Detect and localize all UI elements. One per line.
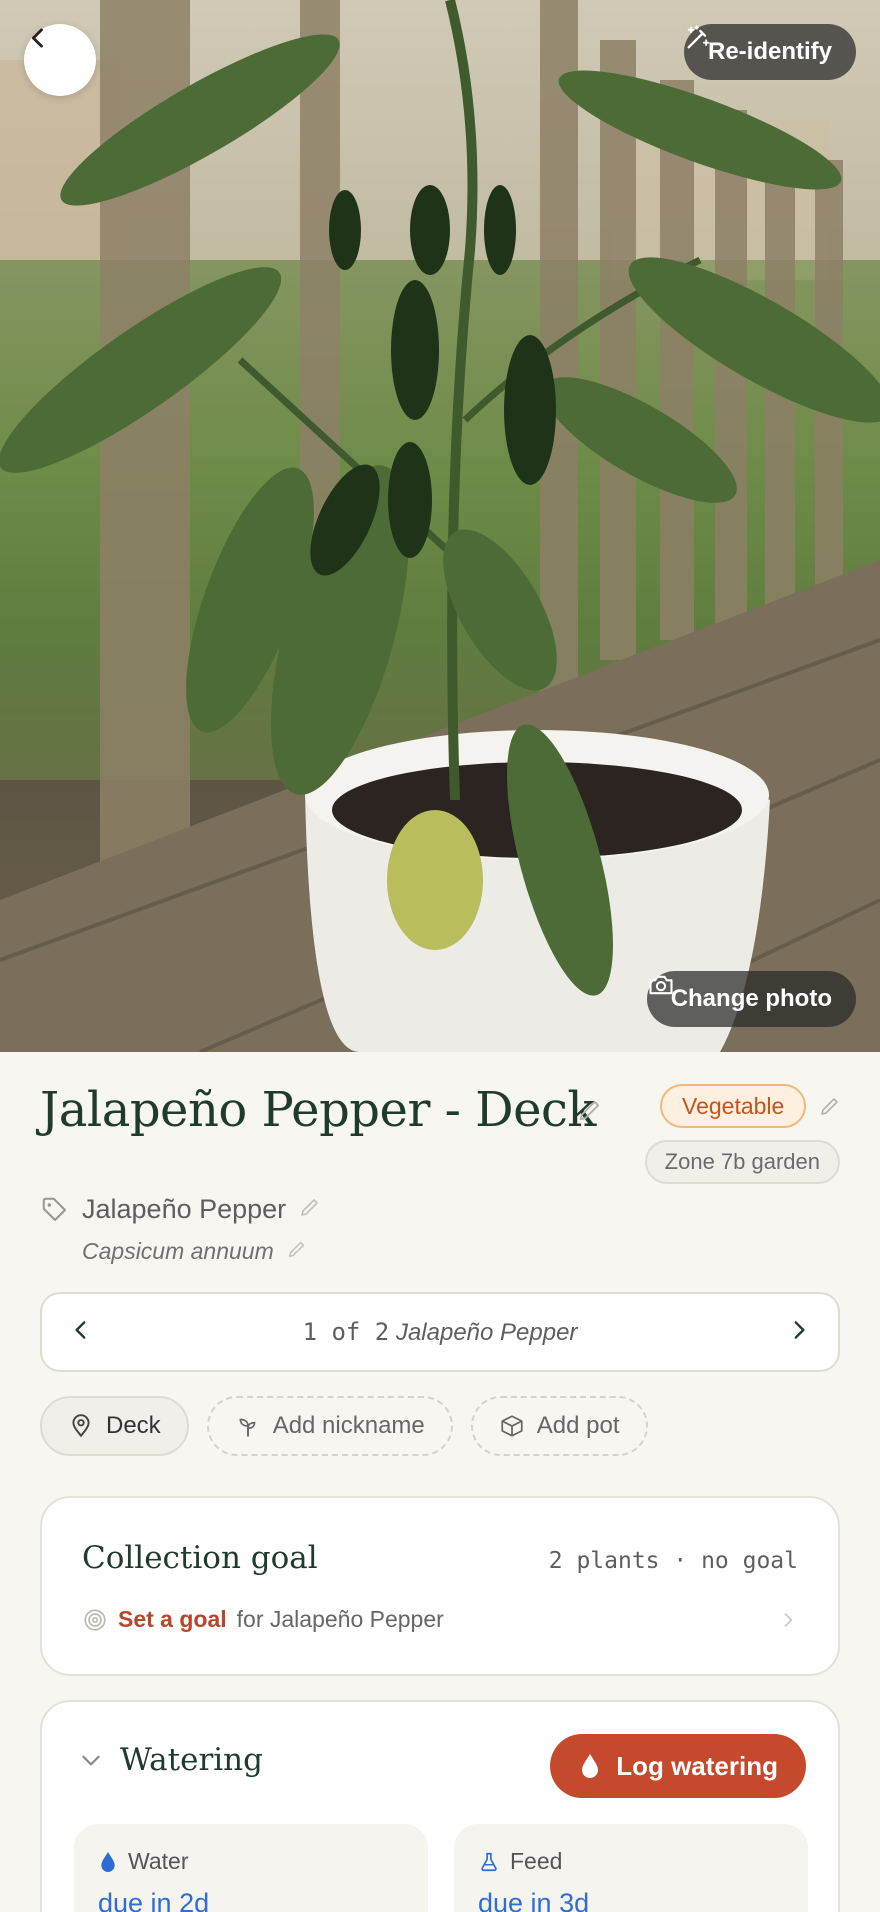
magic-wand-icon: [687, 25, 710, 49]
water-drop-icon: [582, 1754, 599, 1778]
pencil-icon: [579, 1100, 600, 1121]
pencil-icon: [821, 1098, 838, 1115]
set-goal-row[interactable]: Set a goal for Jalapeño Pepper: [82, 1606, 798, 1633]
flask-icon: [481, 1852, 497, 1871]
chevron-right-icon: [784, 1612, 793, 1627]
add-nickname-label: Add nickname: [272, 1412, 425, 1439]
set-goal-text: for Jalapeño Pepper: [236, 1606, 444, 1632]
feed-schedule-tile[interactable]: Feed due in 3d: [454, 1824, 808, 1912]
plant-photo-illustration: [0, 0, 880, 1052]
water-drop-icon: [101, 1851, 115, 1872]
edit-scientific-button[interactable]: [286, 1238, 308, 1265]
tag-icon: [42, 1197, 66, 1221]
plant-photo: Re-identify Change photo: [0, 0, 880, 1052]
location-chip[interactable]: Deck: [40, 1396, 189, 1456]
water-label: Water: [128, 1848, 189, 1874]
chevron-right-icon: [794, 1320, 805, 1339]
previous-plant-button[interactable]: [68, 1317, 94, 1348]
pager-position: 1 of 2: [302, 1317, 390, 1346]
watering-header[interactable]: Watering: [78, 1742, 263, 1778]
zone-badge[interactable]: Zone 7b garden: [644, 1140, 840, 1184]
sprout-icon: [239, 1418, 256, 1437]
collection-goal-title: Collection goal: [82, 1540, 318, 1576]
next-plant-button[interactable]: [786, 1317, 812, 1348]
location-label: Deck: [106, 1412, 161, 1439]
watering-card: Watering Log watering Water due in 2d Fe…: [40, 1700, 840, 1912]
species-name: Jalapeño Pepper: [82, 1194, 287, 1224]
target-icon: [84, 1608, 106, 1631]
change-photo-label: Change photo: [670, 985, 832, 1012]
edit-title-button[interactable]: [576, 1096, 604, 1129]
water-label-row: Water: [98, 1848, 189, 1875]
chip-row: Deck Add nickname Add pot: [40, 1396, 648, 1456]
watering-title: Watering: [120, 1742, 263, 1778]
pencil-icon: [288, 1241, 304, 1258]
change-photo-button[interactable]: Change photo: [646, 971, 856, 1027]
pager-plant-name: Jalapeño Pepper: [395, 1318, 578, 1346]
water-schedule-tile[interactable]: Water due in 2d: [74, 1824, 428, 1912]
pencil-icon: [301, 1199, 318, 1216]
set-goal-link[interactable]: Set a goal: [118, 1606, 227, 1633]
collection-goal-card: Collection goal 2 plants · no goal Set a…: [40, 1496, 840, 1676]
log-watering-button[interactable]: Log watering: [550, 1734, 806, 1798]
feed-due: due in 3d: [478, 1888, 590, 1912]
plant-title: Jalapeño Pepper - Deck: [40, 1082, 596, 1138]
feed-label-row: Feed: [478, 1848, 562, 1875]
add-pot-label: Add pot: [536, 1412, 620, 1439]
collection-goal-meta: 2 plants · no goal: [548, 1548, 798, 1574]
back-button[interactable]: [24, 24, 96, 96]
edit-category-button[interactable]: [818, 1094, 842, 1123]
box-icon: [501, 1415, 523, 1437]
edit-species-button[interactable]: [298, 1195, 322, 1224]
camera-icon: [649, 975, 673, 995]
map-pin-icon: [72, 1414, 90, 1438]
add-pot-chip[interactable]: Add pot: [470, 1396, 648, 1456]
water-due: due in 2d: [98, 1888, 210, 1912]
species-row: Jalapeño Pepper: [40, 1194, 322, 1225]
reidentify-label: Re-identify: [707, 38, 832, 65]
chevron-down-icon: [82, 1755, 100, 1766]
scientific-name: Capsicum annuum: [82, 1238, 274, 1264]
reidentify-button[interactable]: Re-identify: [683, 24, 856, 80]
scientific-row: Capsicum annuum: [82, 1238, 308, 1265]
pager-text: 1 of 2 Jalapeño Pepper: [303, 1318, 578, 1347]
add-nickname-chip[interactable]: Add nickname: [206, 1396, 453, 1456]
chevron-left-icon: [75, 1320, 86, 1339]
log-watering-label: Log watering: [616, 1750, 778, 1781]
chevron-left-icon: [31, 28, 43, 48]
plant-pager: 1 of 2 Jalapeño Pepper: [40, 1292, 840, 1372]
category-badge[interactable]: Vegetable: [660, 1084, 807, 1128]
feed-label: Feed: [510, 1848, 563, 1874]
